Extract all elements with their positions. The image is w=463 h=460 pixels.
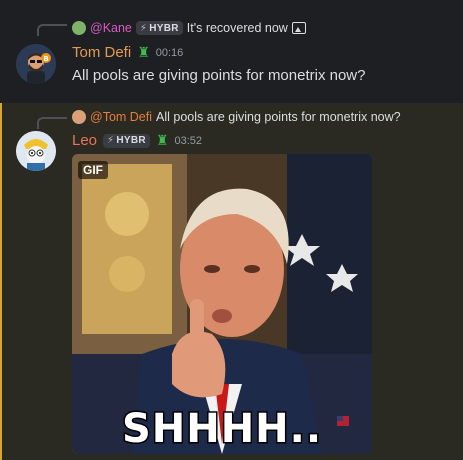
timestamp[interactable]: 03:52 [174,135,202,147]
tom-defi-avatar[interactable]: B [16,44,56,84]
role-icon: ♜ [137,44,150,60]
image-icon [291,22,306,34]
svg-text:B: B [43,55,48,63]
kane-mini-avatar [72,21,86,35]
hybr-tag: ⚡ HYBR [103,133,150,148]
role-icon: ♜ [155,132,169,148]
reply-connector [37,24,67,36]
reply-author[interactable]: @Kane [90,21,132,35]
message-tom-defi: @Kane ⚡ HYBR It's recovered now B Tom Def… [0,0,463,103]
tom-defi-mini-avatar [72,110,86,124]
reply-preview[interactable]: @Tom Defi All pools are giving points fo… [72,110,401,124]
message-leo: @Tom Defi All pools are giving points fo… [0,103,463,460]
reply-text: It's recovered now [186,21,288,35]
gif-caption: SHHHH.. [120,405,323,454]
reply-author[interactable]: @Tom Defi [90,110,152,124]
reply-connector [37,117,67,129]
timestamp[interactable]: 00:16 [156,47,184,59]
bolt-icon: ⚡ [107,135,115,146]
gif-embed[interactable]: GIF SHHHH.. [72,154,372,454]
leo-avatar[interactable] [16,131,56,171]
bolt-icon: ⚡ [139,22,148,34]
message-content: All pools are giving points for monetrix… [72,67,366,84]
reply-text: All pools are giving points for monetrix… [156,110,401,124]
reply-preview[interactable]: @Kane ⚡ HYBR It's recovered now [72,21,306,35]
author-name[interactable]: Leo [72,132,97,149]
hybr-tag: ⚡ HYBR [135,21,183,35]
gif-badge: GIF [78,161,108,179]
author-name[interactable]: Tom Defi [72,44,131,61]
